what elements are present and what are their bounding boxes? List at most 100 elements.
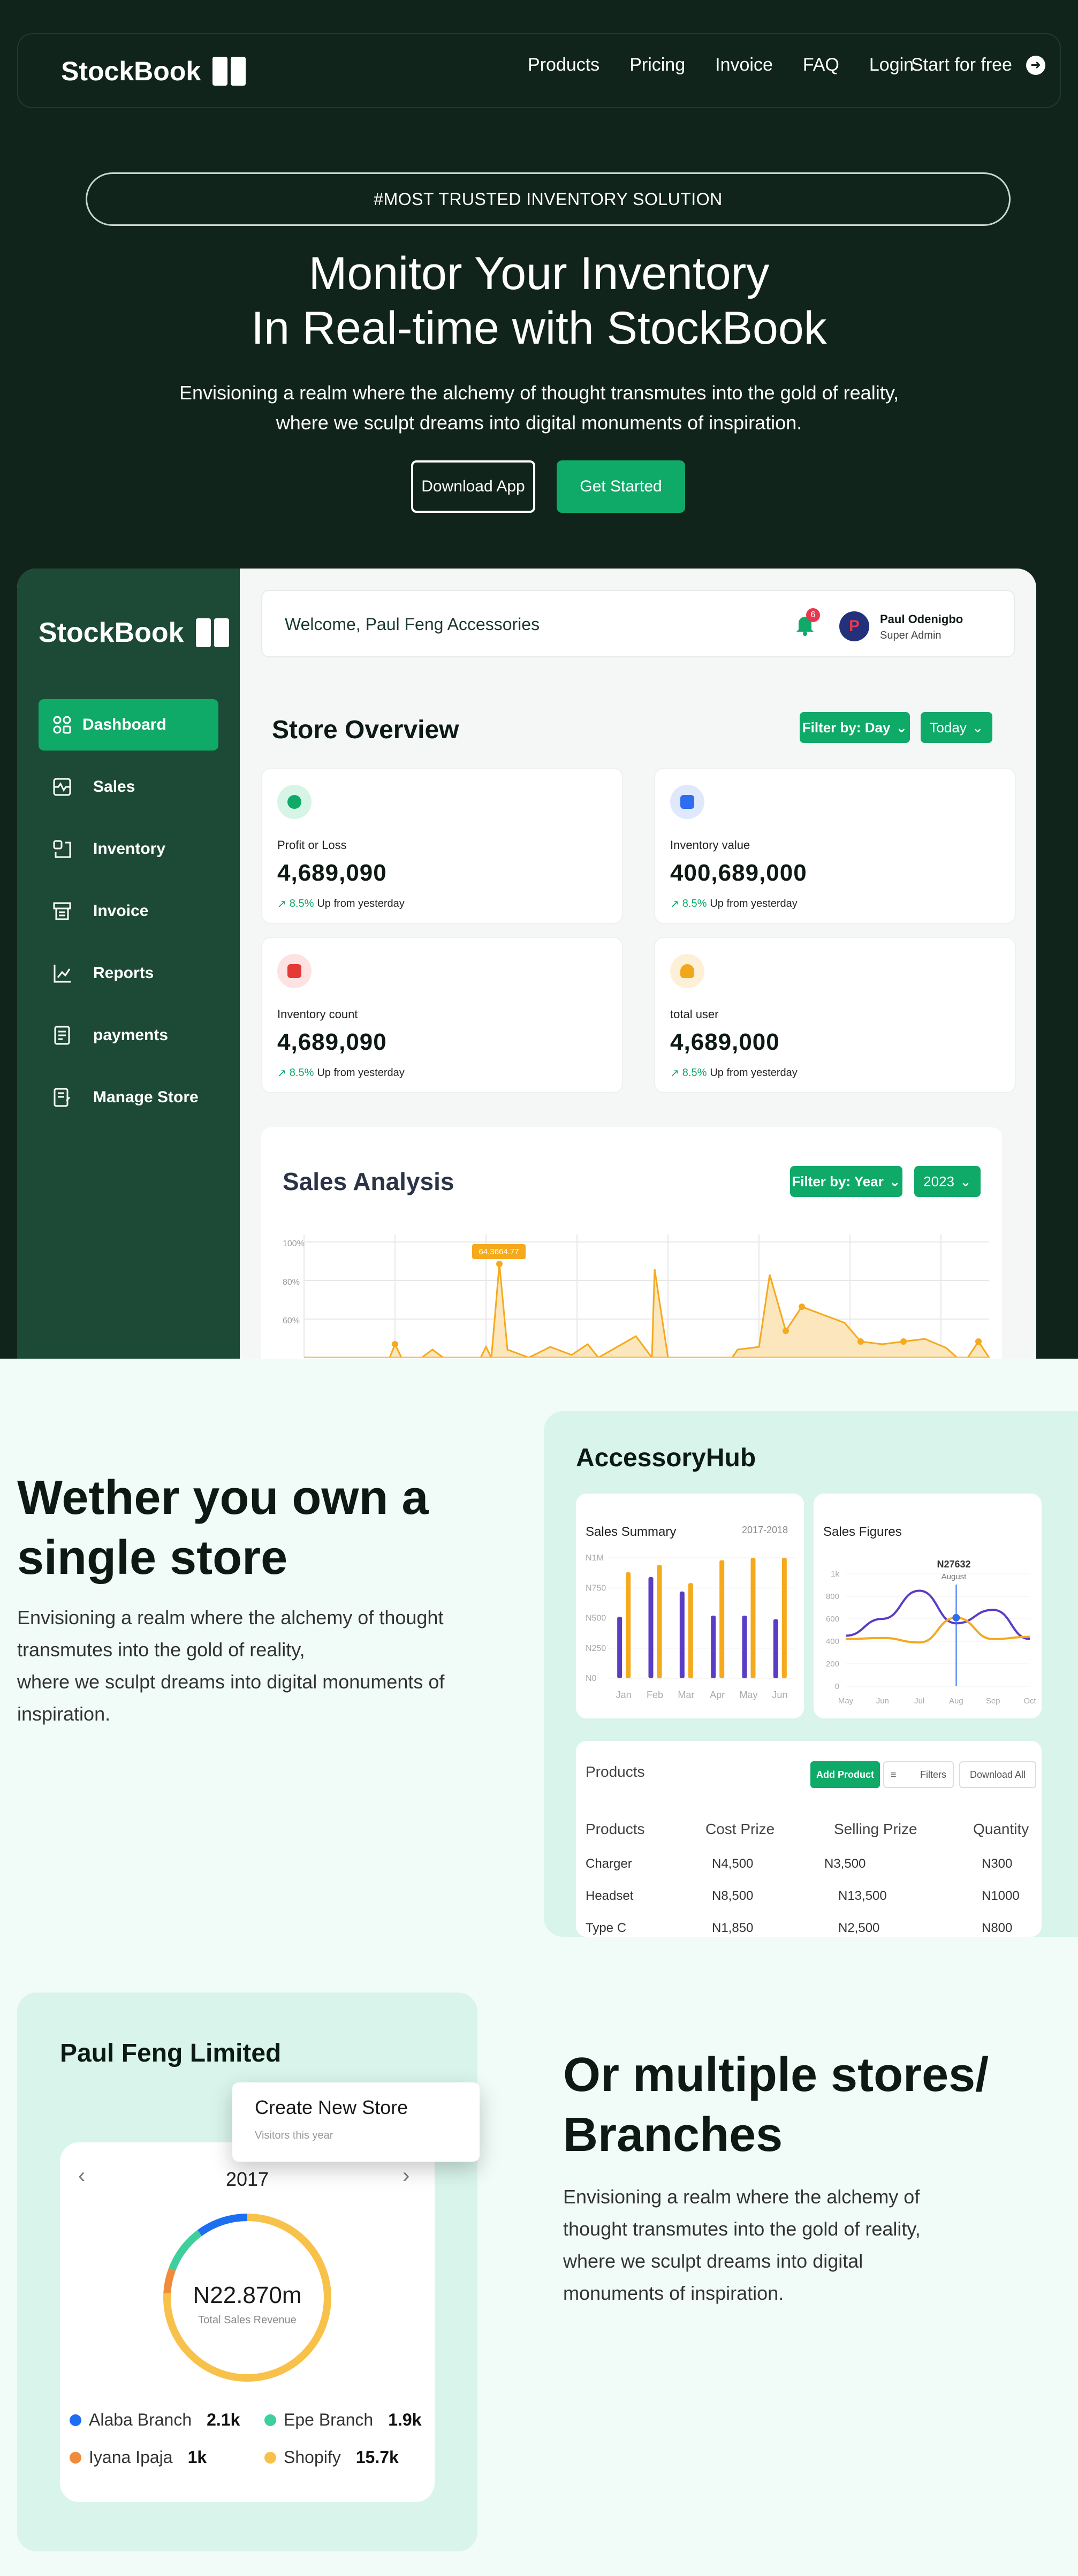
sales-summary-card: Sales Summary 2017-2018 N1M N750 N500 N250 N… bbox=[576, 1494, 804, 1718]
legend-item-iyana-ipaja: Iyana Ipaja 1k bbox=[70, 2448, 207, 2467]
products-card: Products Add Product ≡ Filters Download … bbox=[576, 1741, 1042, 1937]
filter-day-label: Filter by: Day bbox=[802, 719, 891, 736]
chevron-right-icon[interactable]: › bbox=[403, 2164, 409, 2188]
total-revenue: N22.870m bbox=[193, 2282, 301, 2308]
sales-summary-chart: N1M N750 N500 N250 N0 Jan Feb Mar Apr May Jun bbox=[586, 1554, 795, 1700]
products-title: Products bbox=[586, 1763, 645, 1780]
revenue-donut: N22.870m Total Sales Revenue bbox=[163, 2214, 331, 2382]
nav-link-faq[interactable]: FAQ bbox=[803, 55, 839, 75]
stat-label: Profit or Loss bbox=[277, 838, 347, 852]
user-name: Paul Odenigbo bbox=[880, 612, 963, 626]
y-tick: 100% bbox=[283, 1239, 305, 1248]
x-tick: Feb bbox=[647, 1689, 663, 1700]
book-icon bbox=[212, 57, 246, 86]
stat-card-profit: Profit or Loss 4,689,090 ↗ 8.5% Up from ye… bbox=[261, 768, 623, 924]
sidebar-item-reports[interactable]: Reports bbox=[39, 948, 218, 999]
nav-link-login[interactable]: Login bbox=[869, 55, 914, 75]
col-header: Quantity bbox=[973, 1821, 1029, 1837]
dashboard-preview: StockBook Dashboard Sales Inventory Invo… bbox=[17, 569, 1036, 1359]
cell: Charger bbox=[586, 1857, 632, 1871]
stat-label: Inventory value bbox=[670, 838, 750, 852]
brand-logo[interactable]: StockBook bbox=[61, 56, 246, 87]
sidebar-item-label: Reports bbox=[93, 964, 154, 982]
chevron-down-icon: ⌄ bbox=[889, 1173, 901, 1189]
nav-link-invoice[interactable]: Invoice bbox=[715, 55, 773, 75]
welcome-text: Welcome, Paul Feng Accessories bbox=[285, 615, 540, 634]
notification-bell[interactable]: 6 bbox=[792, 608, 820, 637]
cell: N4,500 bbox=[712, 1857, 754, 1871]
sidebar-item-label: Invoice bbox=[93, 902, 149, 920]
trend-up-icon: ↗ bbox=[277, 1067, 286, 1079]
legend-item-alaba: Alaba Branch 2.1k bbox=[70, 2410, 240, 2430]
today-label: Today bbox=[929, 719, 967, 736]
add-product-button[interactable]: Add Product bbox=[810, 1761, 880, 1788]
start-free-label: Start for free bbox=[911, 55, 1012, 75]
legend-value: 15.7k bbox=[355, 2448, 399, 2467]
avatar[interactable]: P bbox=[839, 611, 869, 641]
x-tick: Jan bbox=[616, 1689, 632, 1700]
stat-value: 4,689,090 bbox=[277, 860, 387, 886]
total-revenue-label: Total Sales Revenue bbox=[198, 2314, 296, 2326]
hero-subtitle-line1: Envisioning a realm where the alchemy of… bbox=[179, 382, 899, 404]
bar bbox=[657, 1565, 662, 1678]
dashboard-sidebar: StockBook Dashboard Sales Inventory Invo… bbox=[17, 569, 240, 1359]
nav-link-pricing[interactable]: Pricing bbox=[629, 55, 685, 75]
single-store-heading-line1: Wether you own a bbox=[17, 1471, 429, 1525]
filters-button[interactable]: ≡ Filters bbox=[883, 1761, 954, 1788]
table-row[interactable]: Type C N1,850 N2,500 N800 bbox=[586, 1912, 1046, 1944]
sidebar-brand-name: StockBook bbox=[39, 617, 184, 648]
col-header: Cost Prize bbox=[705, 1821, 775, 1837]
download-all-button[interactable]: Download All bbox=[959, 1761, 1036, 1788]
stat-change-text: Up from yesterday bbox=[317, 1067, 405, 1079]
nav-link-products[interactable]: Products bbox=[528, 55, 599, 75]
stat-card-inventory-count: Inventory count 4,689,090 ↗ 8.5% Up from y… bbox=[261, 937, 623, 1093]
company-title: Paul Feng Limited bbox=[60, 2039, 282, 2067]
sidebar-item-dashboard[interactable]: Dashboard bbox=[39, 699, 218, 751]
user-role: Super Admin bbox=[880, 630, 942, 641]
sidebar-item-manage-store[interactable]: Manage Store bbox=[39, 1072, 218, 1123]
sidebar-item-sales[interactable]: Sales bbox=[39, 761, 218, 813]
download-app-button[interactable]: Download App bbox=[411, 460, 535, 513]
x-tick: Sep bbox=[986, 1696, 1000, 1706]
year-revenue-card: ‹ 2017 › N22.870m Total Sales Revenue Al… bbox=[60, 2142, 435, 2502]
create-store-popup[interactable]: Create New Store Visitors this year bbox=[232, 2082, 480, 2162]
single-store-description: Envisioning a realm where the alchemy of… bbox=[17, 1602, 444, 1730]
get-started-button[interactable]: Get Started bbox=[557, 460, 685, 513]
y-tick: 0 bbox=[835, 1682, 839, 1691]
filter-year-dropdown[interactable]: Filter by: Year ⌄ bbox=[790, 1166, 902, 1197]
year-dropdown[interactable]: 2023 ⌄ bbox=[914, 1166, 981, 1197]
table-row[interactable]: Charger N4,500 N3,500 N300 bbox=[586, 1848, 1046, 1880]
chevron-down-icon: ⌄ bbox=[960, 1173, 971, 1189]
legend-name: Alaba Branch bbox=[89, 2410, 192, 2429]
today-dropdown[interactable]: Today ⌄ bbox=[921, 712, 992, 743]
stat-change: ↗ 8.5% Up from yesterday bbox=[670, 897, 798, 911]
sidebar-item-payments[interactable]: payments bbox=[39, 1010, 218, 1061]
stat-change: ↗ 8.5% Up from yesterday bbox=[670, 1066, 798, 1080]
multiple-stores-description-line3: where we sculpt dreams into digital bbox=[563, 2250, 863, 2272]
filter-icon: ≡ bbox=[891, 1769, 897, 1780]
cell: N800 bbox=[982, 1921, 1013, 1935]
bar bbox=[711, 1616, 716, 1678]
tooltip-value: N27632 bbox=[937, 1559, 970, 1570]
trend-up-icon: ↗ bbox=[670, 898, 679, 910]
stat-change-percent: 8.5% bbox=[682, 898, 707, 910]
stat-card-inventory-value: Inventory value 400,689,000 ↗ 8.5% Up from… bbox=[654, 768, 1016, 924]
filter-day-dropdown[interactable]: Filter by: Day ⌄ bbox=[800, 712, 910, 743]
trend-up-icon: ↗ bbox=[277, 898, 286, 910]
sidebar-item-inventory[interactable]: Inventory bbox=[39, 823, 218, 875]
table-row[interactable]: Headset N8,500 N13,500 N1000 bbox=[586, 1880, 1046, 1912]
year-label: 2017 bbox=[225, 2168, 269, 2190]
sales-analysis-title: Sales Analysis bbox=[283, 1168, 454, 1195]
user-icon bbox=[670, 954, 704, 988]
multiple-stores-heading-line1: Or multiple stores/ bbox=[563, 2048, 989, 2102]
bar bbox=[626, 1572, 631, 1678]
chevron-down-icon: ⌄ bbox=[895, 719, 908, 736]
legend-dot bbox=[264, 2451, 276, 2464]
sidebar-item-invoice[interactable]: Invoice bbox=[39, 885, 218, 937]
table-header: Products Cost Prize Selling Prize Quanti… bbox=[586, 1810, 1046, 1848]
sidebar-item-label: Inventory bbox=[93, 840, 166, 858]
stat-value: 4,689,000 bbox=[670, 1029, 780, 1055]
products-table: Products Cost Prize Selling Prize Quanti… bbox=[586, 1810, 1046, 1944]
legend-name: Iyana Ipaja bbox=[89, 2448, 173, 2467]
start-free-link[interactable]: Start for free ➜ bbox=[911, 55, 1045, 75]
